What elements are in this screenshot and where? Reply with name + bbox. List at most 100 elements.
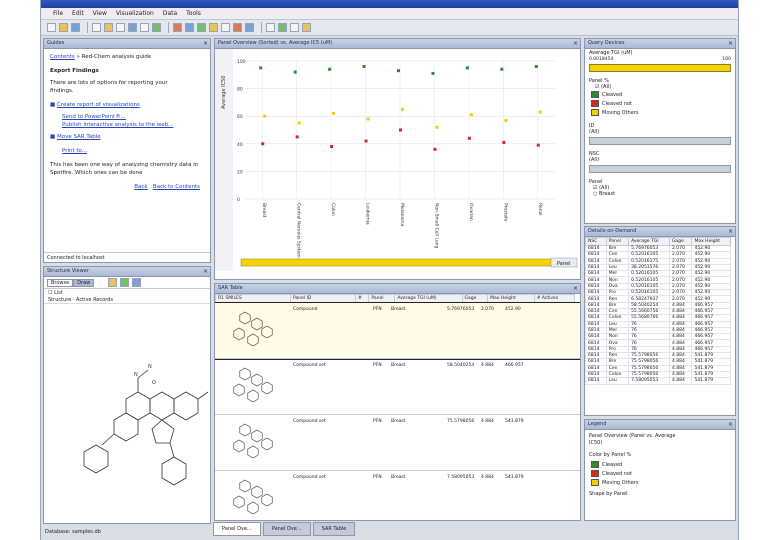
table-row[interactable]: Compound set PFN Breast 75.5798056 4.884 541.… bbox=[215, 415, 580, 471]
range-slider[interactable] bbox=[589, 64, 731, 72]
heat-map-icon[interactable] bbox=[233, 23, 242, 32]
column-header[interactable]: Average TGI bbox=[628, 237, 670, 246]
menu-tools[interactable]: Tools bbox=[186, 10, 201, 17]
data-point[interactable] bbox=[467, 136, 471, 140]
print-icon[interactable] bbox=[92, 23, 101, 32]
back-link[interactable]: Back bbox=[134, 184, 147, 190]
x-zoom-slider[interactable] bbox=[240, 258, 552, 267]
column-header[interactable]: Gage bbox=[461, 294, 489, 303]
close-icon[interactable]: × bbox=[728, 39, 733, 48]
column-header[interactable]: Max Height bbox=[691, 237, 731, 246]
data-point[interactable] bbox=[534, 65, 538, 69]
column-header[interactable]: Panel bbox=[605, 237, 630, 246]
cut-icon[interactable] bbox=[104, 23, 113, 32]
column-header[interactable]: Max Height bbox=[487, 294, 535, 303]
zoom-icon[interactable] bbox=[266, 23, 275, 32]
checkbox-cleaved[interactable] bbox=[591, 91, 599, 98]
data-point[interactable] bbox=[502, 140, 506, 144]
column-header[interactable]: Gage bbox=[668, 237, 693, 246]
menu-edit[interactable]: Edit bbox=[72, 10, 84, 17]
tab-panel-overview-1[interactable]: Panel Ove... bbox=[213, 522, 261, 536]
data-point[interactable] bbox=[465, 66, 469, 70]
data-point[interactable] bbox=[469, 113, 473, 117]
tab-sar-table[interactable]: SAR Table bbox=[312, 522, 356, 536]
close-icon[interactable]: × bbox=[728, 420, 733, 429]
checkbox-moving-others[interactable] bbox=[591, 109, 599, 116]
data-point[interactable] bbox=[259, 66, 263, 70]
filter-icon[interactable] bbox=[152, 23, 161, 32]
data-point[interactable] bbox=[435, 125, 439, 129]
new-file-icon[interactable] bbox=[47, 23, 56, 32]
data-point[interactable] bbox=[364, 139, 368, 143]
tab-browse[interactable]: Browse bbox=[47, 278, 74, 287]
data-point[interactable] bbox=[293, 70, 297, 74]
pie-chart-icon[interactable] bbox=[209, 23, 218, 32]
data-point[interactable] bbox=[362, 65, 366, 69]
data-point[interactable] bbox=[295, 135, 299, 139]
structure-tool-icon[interactable] bbox=[132, 278, 142, 287]
table-row[interactable]: Compound set PFN Breast 7.58095053 4.884 541.… bbox=[215, 471, 580, 520]
scatter-plot[interactable]: Average IC50 100 80 60 40 20 0 Breast Central … bbox=[215, 49, 580, 271]
guide-link-powerpoint[interactable]: Send to PowerPoint®... bbox=[62, 114, 126, 120]
back-to-contents-link[interactable]: Back to Contents bbox=[153, 184, 200, 190]
tab-draw[interactable]: Draw bbox=[73, 278, 95, 287]
data-point[interactable] bbox=[328, 67, 332, 71]
close-icon[interactable]: × bbox=[203, 39, 208, 48]
3d-plot-icon[interactable] bbox=[245, 23, 254, 32]
scatter-plot-icon[interactable] bbox=[173, 23, 182, 32]
data-point[interactable] bbox=[330, 145, 334, 149]
marking-icon[interactable] bbox=[278, 23, 287, 32]
checkbox-cleaved-not[interactable] bbox=[591, 100, 599, 107]
copy-icon[interactable] bbox=[116, 23, 125, 32]
column-header[interactable]: # bbox=[354, 294, 370, 303]
column-header[interactable]: R1 SMILES bbox=[215, 294, 291, 303]
data-point[interactable] bbox=[538, 110, 542, 114]
structure-tool-icon[interactable] bbox=[120, 278, 130, 287]
table-icon[interactable] bbox=[221, 23, 230, 32]
close-icon[interactable]: × bbox=[203, 267, 208, 276]
data-point[interactable] bbox=[263, 114, 267, 118]
table-row[interactable]: 6814 Leu 7.58095053 4.884 541.879 bbox=[585, 377, 731, 385]
data-point[interactable] bbox=[261, 142, 265, 146]
id-slider[interactable] bbox=[589, 137, 731, 145]
column-header[interactable]: Panel ID bbox=[290, 294, 356, 303]
menu-data[interactable]: Data bbox=[163, 10, 177, 17]
save-icon[interactable] bbox=[71, 23, 80, 32]
data-point[interactable] bbox=[332, 111, 336, 115]
data-point[interactable] bbox=[536, 143, 540, 147]
menu-visualization[interactable]: Visualization bbox=[116, 10, 154, 17]
data-point[interactable] bbox=[431, 71, 435, 75]
bar-chart-icon[interactable] bbox=[185, 23, 194, 32]
column-header[interactable]: NSC bbox=[585, 237, 607, 246]
guide-link-print[interactable]: Print to... bbox=[62, 148, 87, 154]
table-row[interactable]: Compound set PFN Breast 58.5040254 4.884 466.… bbox=[215, 359, 580, 415]
menu-file[interactable]: File bbox=[53, 10, 63, 17]
data-point[interactable] bbox=[297, 121, 301, 125]
guide-link-sar[interactable]: Move SAR Table bbox=[57, 134, 101, 140]
nsc-slider[interactable] bbox=[589, 165, 731, 173]
data-point[interactable] bbox=[401, 107, 404, 111]
data-point[interactable] bbox=[397, 69, 400, 73]
data-point[interactable] bbox=[366, 117, 370, 121]
layout-icon[interactable] bbox=[290, 23, 299, 32]
column-header[interactable]: # Actives bbox=[533, 294, 576, 303]
tab-panel-overview-2[interactable]: Panel Ove... bbox=[262, 522, 311, 536]
close-icon[interactable]: × bbox=[573, 39, 578, 48]
line-chart-icon[interactable] bbox=[197, 23, 206, 32]
column-header[interactable]: Average TGI (uM) bbox=[394, 294, 463, 303]
paste-icon[interactable] bbox=[128, 23, 137, 32]
guide-link-publish[interactable]: Publish interactive analysis to the web.… bbox=[62, 122, 173, 128]
open-folder-icon[interactable] bbox=[59, 23, 68, 32]
help-icon[interactable] bbox=[302, 23, 311, 32]
menu-view[interactable]: View bbox=[93, 10, 107, 17]
table-row[interactable]: Compound PFN Breast 5.76976053 2.070 452.90 bbox=[215, 302, 580, 360]
data-point[interactable] bbox=[399, 128, 402, 132]
close-icon[interactable]: × bbox=[573, 284, 578, 293]
undo-icon[interactable] bbox=[140, 23, 149, 32]
data-point[interactable] bbox=[500, 67, 504, 71]
guide-link-report[interactable]: Create report of visualizations bbox=[57, 102, 140, 108]
data-point[interactable] bbox=[433, 147, 437, 151]
close-icon[interactable]: × bbox=[728, 227, 733, 236]
column-header[interactable]: Panel bbox=[368, 294, 396, 303]
data-point[interactable] bbox=[504, 118, 508, 122]
